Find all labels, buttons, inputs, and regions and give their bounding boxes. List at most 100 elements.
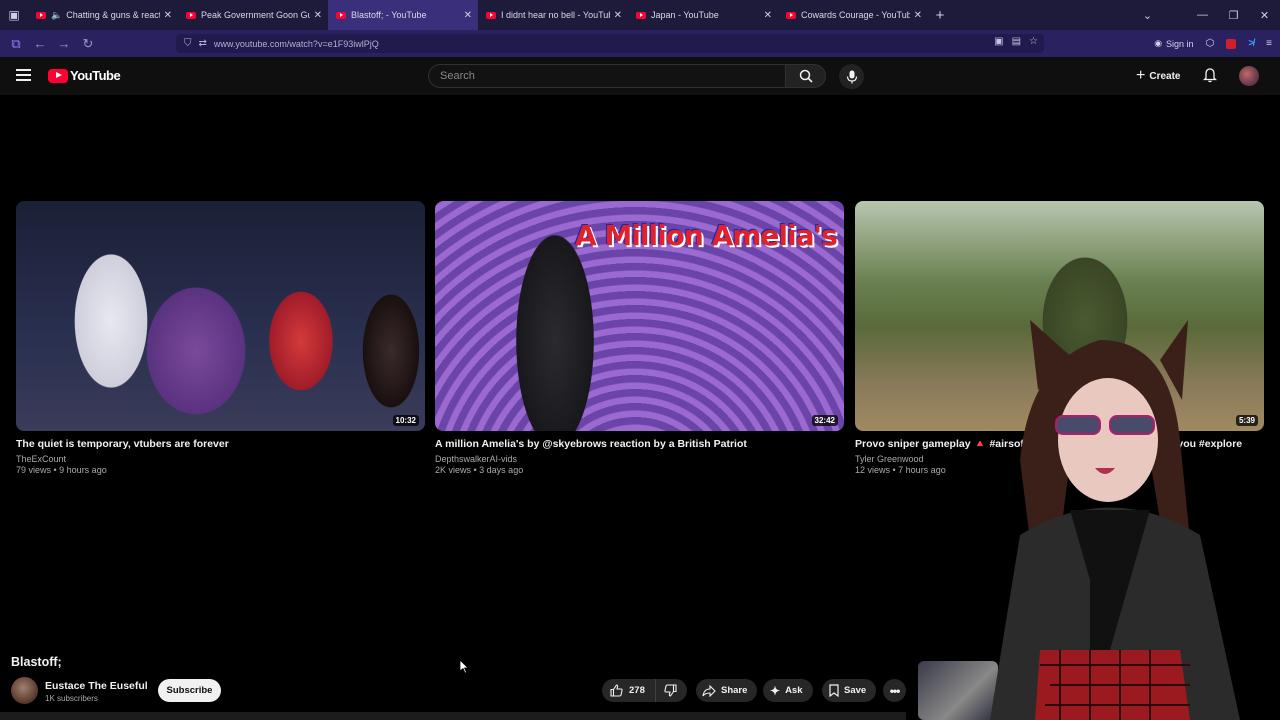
browser-tab-active[interactable]: Blastoff; - YouTube ✕ — [328, 0, 478, 30]
browser-tab[interactable]: I didnt hear no bell - YouTube ✕ — [478, 0, 628, 30]
share-label: Share — [721, 685, 748, 696]
subscribe-button[interactable]: Subscribe — [158, 679, 221, 702]
share-arrow-icon — [702, 684, 716, 697]
bookmark-star-icon[interactable]: ☆ — [1029, 36, 1038, 47]
mouse-cursor-icon — [459, 659, 469, 674]
channel-name[interactable]: Tyler Greenwood — [855, 454, 1264, 464]
audio-playing-icon[interactable]: 🔈 — [51, 10, 62, 21]
extensions-icon[interactable]: ⬡ — [1206, 38, 1215, 49]
reload-icon[interactable]: ↻ — [76, 36, 100, 52]
channel-name[interactable]: DepthswalkerAI-vids — [435, 454, 844, 464]
close-tab-icon[interactable]: ✕ — [314, 10, 322, 21]
url-text: www.youtube.com/watch?v=e1F93iwlPjQ — [213, 38, 379, 49]
site-settings-icon[interactable]: ⇄ — [199, 38, 207, 49]
hamburger-menu-icon[interactable] — [16, 69, 31, 81]
channel-avatar[interactable] — [11, 677, 38, 704]
youtube-favicon-icon — [786, 11, 796, 19]
microphone-icon — [846, 70, 857, 83]
end-screen-video-card[interactable]: 10:32 The quiet is temporary, vtubers ar… — [16, 201, 425, 475]
account-icon: ◉ — [1154, 38, 1163, 48]
browser-tab[interactable]: 🔈 Chatting & guns & reacts! | ✕ — [28, 0, 178, 30]
window-controls: ⌄ — ❐ ✕ — [1132, 0, 1280, 30]
ask-button[interactable]: ✦ Ask — [763, 679, 813, 702]
new-tab-icon[interactable]: + — [928, 7, 952, 24]
channel-name-link[interactable]: Eustace The Euseful — [45, 680, 148, 692]
subscriber-count: 1K subscribers — [45, 694, 98, 703]
like-button[interactable]: 278 — [602, 679, 656, 702]
like-dislike-group: 278 — [602, 679, 687, 702]
duration-badge: 10:32 — [392, 415, 419, 426]
more-actions-button[interactable]: ••• — [883, 679, 906, 702]
browser-nav-bar: ⧉ ← → ↻ ⛉ ⇄ www.youtube.com/watch?v=e1F9… — [0, 30, 1280, 57]
youtube-play-icon — [48, 68, 68, 83]
create-button[interactable]: + Create — [1128, 64, 1188, 88]
dislike-button[interactable] — [656, 684, 685, 697]
browser-tab[interactable]: Peak Government Goon Gun? || ✕ — [178, 0, 328, 30]
shield-icon[interactable]: ⛉ — [184, 38, 192, 49]
search-input[interactable]: Search — [428, 64, 786, 88]
sign-in-button[interactable]: ◉ Sign in — [1154, 38, 1193, 49]
restore-icon[interactable]: ❐ — [1218, 9, 1249, 22]
tab-title: Peak Government Goon Gun? || — [201, 10, 310, 20]
ask-label: Ask — [785, 685, 803, 696]
reader-mode-icon[interactable]: ▤ — [1012, 36, 1021, 47]
close-window-icon[interactable]: ✕ — [1249, 9, 1280, 22]
like-count: 278 — [629, 685, 645, 696]
back-icon[interactable]: ← — [28, 36, 52, 51]
sign-in-label: Sign in — [1166, 38, 1194, 49]
end-screen-video-card[interactable]: 5:39 Provo sniper gameplay 🔺 #airsoft #a… — [855, 201, 1264, 475]
youtube-favicon-icon — [186, 11, 196, 19]
video-thumbnail[interactable]: 10:32 — [16, 201, 425, 431]
search-button[interactable] — [786, 64, 826, 88]
thumbs-down-icon — [664, 684, 677, 697]
video-thumbnail[interactable]: A Million Amelia's 32:42 — [435, 201, 844, 431]
plus-icon: + — [1136, 67, 1146, 84]
channel-name[interactable]: TheExCount — [16, 454, 425, 464]
share-button[interactable]: Share — [696, 679, 758, 702]
youtube-header: YouTube Search + Create — [0, 57, 1280, 95]
video-title[interactable]: Provo sniper gameplay 🔺 #airsoft #air… #… — [855, 438, 1264, 451]
voice-search-button[interactable] — [839, 64, 864, 89]
duration-badge: 32:42 — [811, 415, 838, 426]
save-button[interactable]: Save — [822, 679, 877, 702]
browser-tab[interactable]: Japan - YouTube ✕ — [628, 0, 778, 30]
video-title[interactable]: The quiet is temporary, vtubers are fore… — [16, 438, 425, 451]
video-meta: 79 views • 9 hours ago — [16, 465, 107, 475]
youtube-favicon-icon — [486, 11, 496, 19]
video-meta: 12 views • 7 hours ago — [855, 465, 946, 475]
tab-title: Blastoff; - YouTube — [351, 10, 427, 20]
address-bar[interactable]: ⛉ ⇄ www.youtube.com/watch?v=e1F93iwlPjQ … — [176, 34, 1044, 53]
close-tab-icon[interactable]: ✕ — [464, 10, 472, 21]
workspaces-icon[interactable]: ⧉ — [4, 36, 28, 52]
duration-badge: 5:39 — [1235, 415, 1258, 426]
video-page-title: Blastoff; — [11, 655, 62, 669]
extension-red-icon[interactable] — [1226, 38, 1237, 49]
tab-actions-icon[interactable]: ▣ — [0, 0, 28, 30]
tab-list-chevron-icon[interactable]: ⌄ — [1132, 9, 1163, 22]
tab-title: Cowards Courage - YouTube — [801, 10, 910, 20]
close-tab-icon[interactable]: ✕ — [164, 10, 172, 21]
close-tab-icon[interactable]: ✕ — [914, 10, 922, 21]
thumbs-up-icon — [610, 684, 623, 697]
user-avatar[interactable] — [1239, 66, 1259, 86]
related-video-thumbnail[interactable] — [918, 661, 998, 720]
menu-icon[interactable]: ≡ — [1266, 38, 1272, 49]
video-title[interactable]: A million Amelia's by @skyebrows reactio… — [435, 438, 844, 451]
minimize-icon[interactable]: — — [1187, 9, 1218, 21]
browser-tab[interactable]: Cowards Courage - YouTube ✕ — [778, 0, 928, 30]
search-icon — [799, 69, 813, 83]
tab-title: Chatting & guns & reacts! | — [66, 10, 159, 20]
extension-blue-icon[interactable]: ≯ — [1248, 38, 1254, 49]
end-screen-video-card[interactable]: A Million Amelia's 32:42 A million Ameli… — [435, 201, 844, 475]
video-thumbnail[interactable]: 5:39 — [855, 201, 1264, 431]
tab-title: I didnt hear no bell - YouTube — [501, 10, 610, 20]
close-tab-icon[interactable]: ✕ — [764, 10, 772, 21]
forward-icon[interactable]: → — [52, 36, 76, 51]
close-tab-icon[interactable]: ✕ — [614, 10, 622, 21]
save-label: Save — [844, 685, 867, 696]
notifications-bell-icon[interactable] — [1202, 68, 1218, 88]
tab-title: Japan - YouTube — [651, 10, 719, 20]
logo-text: YouTube — [70, 68, 121, 83]
youtube-logo[interactable]: YouTube — [48, 68, 121, 83]
picture-in-picture-icon[interactable]: ▣ — [994, 36, 1003, 47]
